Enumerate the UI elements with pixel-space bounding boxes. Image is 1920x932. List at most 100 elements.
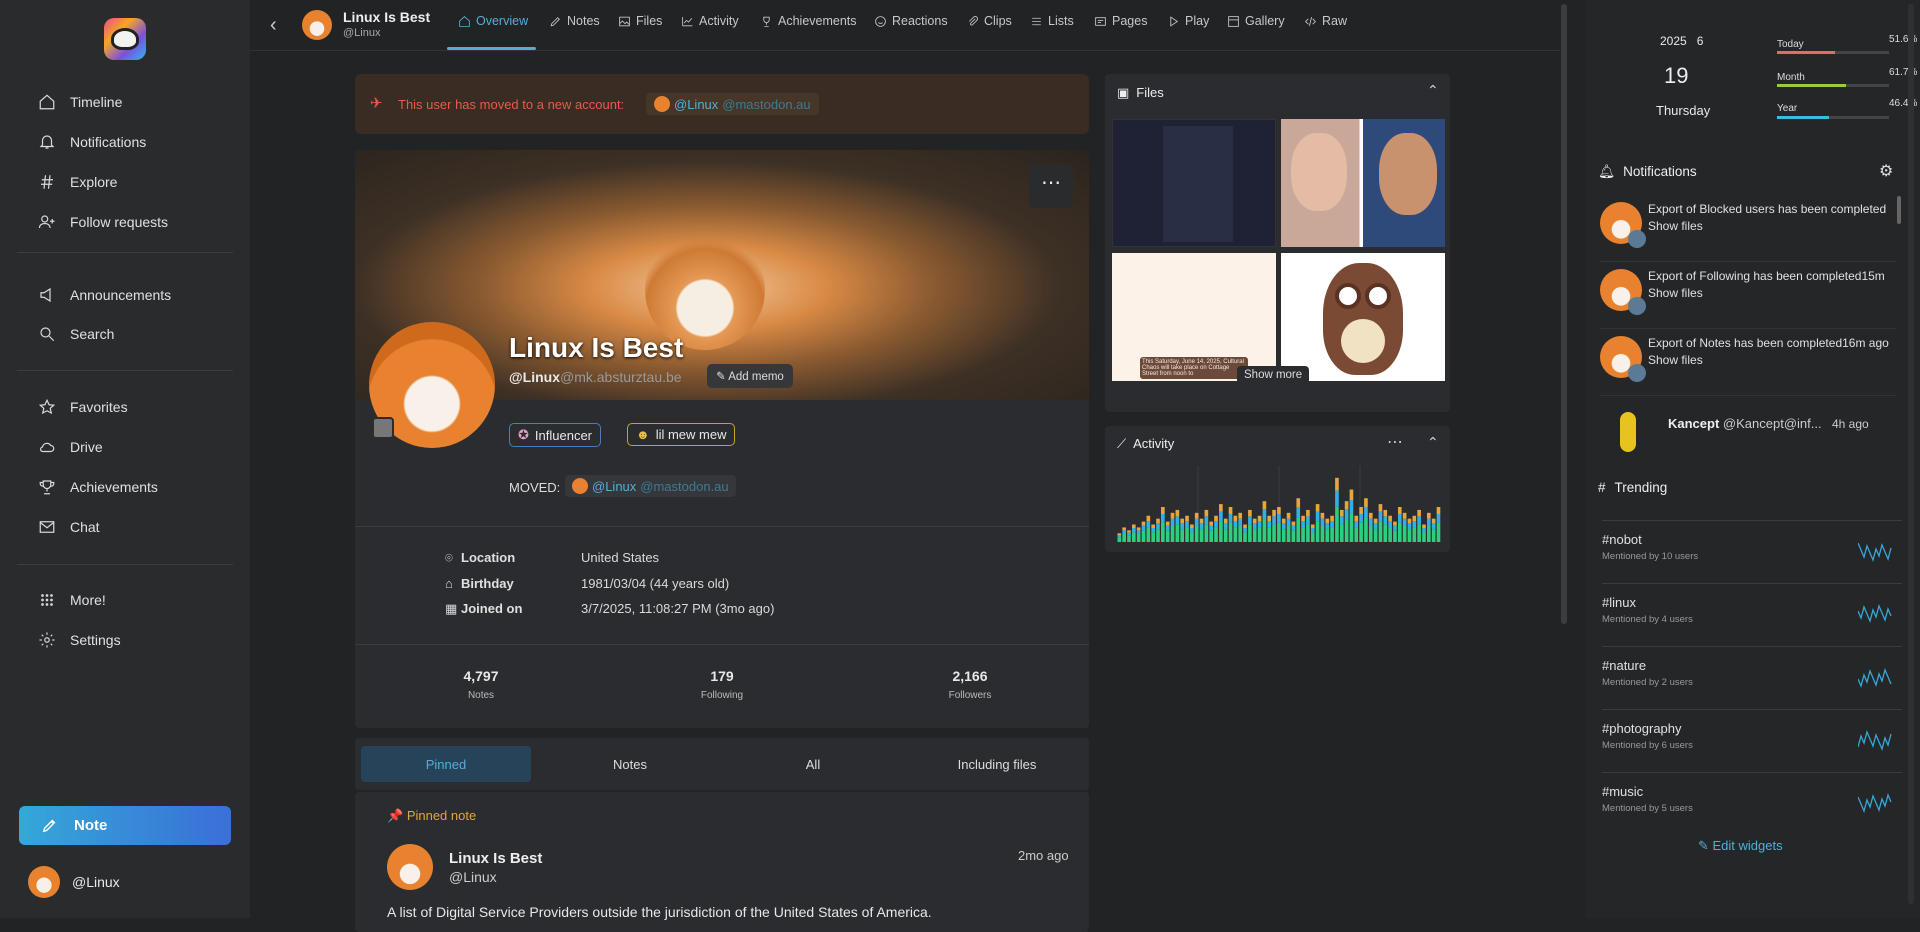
sidebar-item-achievements[interactable]: Achievements <box>38 475 158 499</box>
activity-menu-icon[interactable]: ⋯ <box>1387 432 1403 452</box>
activity-bar <box>1180 529 1185 542</box>
tab-raw[interactable]: Raw <box>1304 14 1347 28</box>
tab-reactions[interactable]: Reactions <box>874 14 948 28</box>
sidebar-item-label: Notifications <box>70 134 147 150</box>
activity-bar <box>1397 522 1402 542</box>
collapse-icon[interactable]: ⌃ <box>1427 434 1439 451</box>
role-badge-lil-mew-mew[interactable]: ☻ lil mew mew <box>627 423 736 446</box>
activity-bar <box>1136 527 1141 531</box>
tab-gallery[interactable]: Gallery <box>1227 14 1285 28</box>
tab-including-files[interactable]: Including files <box>912 746 1082 782</box>
collapse-icon[interactable]: ⌃ <box>1427 82 1439 99</box>
tab-notes-list[interactable]: Notes <box>545 746 715 782</box>
cloud-icon <box>40 442 55 453</box>
account-button[interactable]: @Linux <box>28 866 120 898</box>
sidebar-item-settings[interactable]: Settings <box>38 628 121 652</box>
activity-bar <box>1436 522 1441 542</box>
mention-notification[interactable]: Kancept @Kancept@inf... 4h ago <box>1600 404 1896 456</box>
trending-item[interactable]: #music Mentioned by 5 users <box>1602 772 1902 834</box>
notification-item[interactable]: Export of Notes has been completed16m ag… <box>1600 330 1896 396</box>
trending-item[interactable]: #nature Mentioned by 2 users <box>1602 646 1902 708</box>
activity-bar <box>1339 509 1344 517</box>
show-files-link[interactable]: Show files <box>1648 353 1703 367</box>
sidebar-item-favorites[interactable]: Favorites <box>38 395 128 419</box>
sidebar-item-search[interactable]: Search <box>38 322 114 346</box>
stat-notes[interactable]: 4,797 Notes <box>411 668 551 701</box>
tab-clips[interactable]: Clips <box>966 14 1012 28</box>
sidebar-item-more[interactable]: More! <box>38 588 106 612</box>
pinned-note[interactable]: 📌 Pinned note Linux Is Best @Linux 2mo a… <box>355 792 1089 932</box>
tab-achievements[interactable]: Achievements <box>760 14 857 28</box>
header-title: Linux Is Best <box>343 9 431 25</box>
notification-item[interactable]: Export of Following has been completed15… <box>1600 263 1896 329</box>
activity-bar <box>1315 521 1320 542</box>
file-thumb-flyer[interactable]: This Saturday, June 14, 2025, Cultural C… <box>1112 253 1276 381</box>
tab-notes[interactable]: Notes <box>549 14 600 28</box>
file-thumb-portraits[interactable] <box>1281 119 1445 247</box>
sidebar-item-timeline[interactable]: Timeline <box>38 90 122 114</box>
note-time[interactable]: 2mo ago <box>1018 848 1069 863</box>
notification-settings-icon[interactable]: ⚙ <box>1879 161 1893 181</box>
moved-target-chip[interactable]: @Linux @mastodon.au <box>565 475 736 497</box>
main-scrollbar[interactable] <box>1561 4 1567 624</box>
trending-item[interactable]: #nobot Mentioned by 10 users <box>1602 520 1902 582</box>
trending-sparkline <box>1858 730 1892 751</box>
note-author-name[interactable]: Linux Is Best <box>449 850 542 867</box>
tab-all[interactable]: All <box>728 746 898 782</box>
show-files-link[interactable]: Show files <box>1648 286 1703 300</box>
activity-bar <box>1301 527 1305 542</box>
sidebar-item-chat[interactable]: Chat <box>38 515 100 539</box>
search-icon <box>40 327 55 342</box>
activity-bar <box>1426 512 1431 519</box>
tab-activity[interactable]: Activity <box>681 14 739 28</box>
show-files-link[interactable]: Show files <box>1648 219 1703 233</box>
progress-bar-year <box>1777 116 1889 119</box>
activity-bar <box>1272 524 1276 542</box>
compose-note-button[interactable]: Note <box>19 806 231 845</box>
activity-bar <box>1117 535 1122 538</box>
sidebar-item-follow-requests[interactable]: Follow requests <box>38 210 168 234</box>
sidebar-item-drive[interactable]: Drive <box>38 435 103 459</box>
activity-bar <box>1132 532 1136 542</box>
show-more-button[interactable]: Show more <box>1237 366 1310 384</box>
notifications-scrollbar[interactable] <box>1897 196 1901 224</box>
activity-bar <box>1238 525 1243 542</box>
tab-lists[interactable]: Lists <box>1030 14 1074 28</box>
notification-item[interactable]: Export of Blocked users has been complet… <box>1600 196 1896 262</box>
activity-bar <box>1199 523 1204 530</box>
activity-bar <box>1223 529 1228 542</box>
activity-bar <box>1320 512 1325 519</box>
role-badge-influencer[interactable]: ✪ Influencer <box>509 423 601 447</box>
activity-bar <box>1194 525 1199 542</box>
activity-bar <box>1383 516 1388 525</box>
stat-followers[interactable]: 2,166 Followers <box>900 668 1040 701</box>
activity-bar <box>1301 515 1305 521</box>
tab-pinned[interactable]: Pinned <box>361 746 531 782</box>
tab-pages[interactable]: Pages <box>1094 14 1147 28</box>
sidebar-item-announcements[interactable]: Announcements <box>38 283 171 307</box>
tab-overview[interactable]: Overview <box>458 14 528 28</box>
pages-icon <box>1095 16 1106 26</box>
right-scrollbar[interactable] <box>1908 4 1914 904</box>
activity-bar <box>1248 524 1252 542</box>
stat-value: 2,166 <box>952 668 988 684</box>
files-widget-header: ▣ Files <box>1117 85 1164 101</box>
profile-menu-button[interactable]: ⋯ <box>1029 164 1073 208</box>
stat-following[interactable]: 179 Following <box>652 668 792 701</box>
sidebar-item-explore[interactable]: Explore <box>38 170 117 194</box>
moved-user-chip[interactable]: @Linux @mastodon.au <box>646 93 819 115</box>
back-icon[interactable]: ‹ <box>270 14 277 37</box>
file-thumb-owl[interactable] <box>1281 253 1445 381</box>
activity-bar <box>1417 509 1421 517</box>
sidebar-item-notifications[interactable]: Notifications <box>38 130 146 154</box>
calendar-weekday: Thursday <box>1656 103 1711 118</box>
edit-widgets-button[interactable]: ✎ Edit widgets <box>1698 838 1783 854</box>
tab-play[interactable]: Play <box>1167 14 1209 28</box>
tab-files[interactable]: Files <box>618 14 662 28</box>
add-memo-button[interactable]: ✎ Add memo <box>707 364 793 388</box>
file-thumb-screenshot[interactable] <box>1112 119 1276 247</box>
instance-logo[interactable] <box>104 18 146 60</box>
note-avatar[interactable] <box>387 844 433 890</box>
trending-item[interactable]: #photography Mentioned by 6 users <box>1602 709 1902 771</box>
trending-item[interactable]: #linux Mentioned by 4 users <box>1602 583 1902 645</box>
